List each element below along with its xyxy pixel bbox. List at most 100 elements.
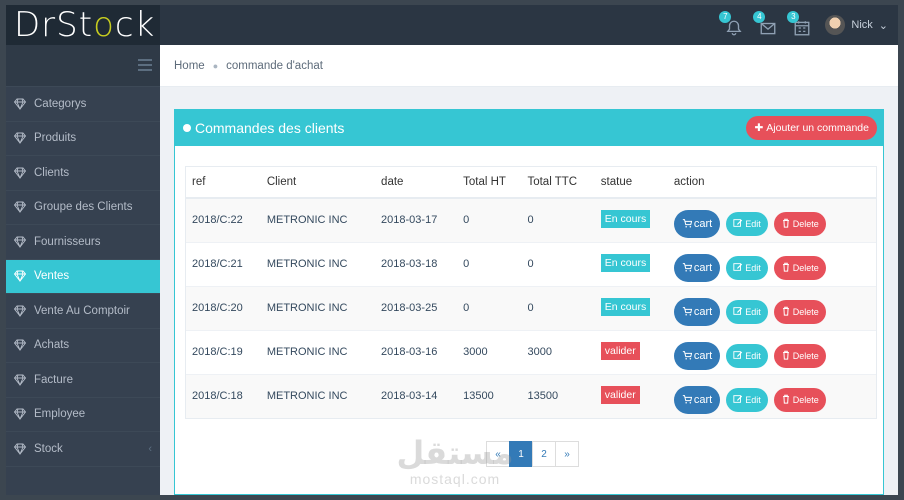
edit-icon <box>733 218 743 230</box>
sidebar-item-label: Employee <box>34 408 86 421</box>
chevron-left-icon: ‹ <box>148 442 152 455</box>
sidebar-item-groupe-des-clients[interactable]: Groupe des Clients <box>6 191 160 225</box>
edit-icon <box>733 350 743 362</box>
sidebar-item-label: Fournisseurs <box>34 235 101 248</box>
cell-date: 2018-03-14 <box>375 373 458 418</box>
breadcrumb-home[interactable]: Home <box>174 60 205 72</box>
delete-button[interactable]: Delete <box>773 300 826 324</box>
breadcrumb-current: commande d'achat <box>226 59 323 72</box>
cell-date: 2018-03-17 <box>375 197 458 242</box>
cart-icon <box>682 262 693 275</box>
table-body: 2018/C:22 METRONIC INC 2018-03-17 0 0 En cour… <box>186 197 876 418</box>
column-header: ref <box>186 167 261 199</box>
cart-button[interactable]: cart <box>673 210 721 239</box>
app-frame: DrStock 7 4 3 Nick ⌄ Categorys Produits Cl… <box>6 5 898 495</box>
edit-button[interactable]: Edit <box>726 300 768 324</box>
sidebar-item-employee[interactable]: Employee <box>6 398 160 432</box>
cell-ref: 2018/C:20 <box>186 285 261 330</box>
user-name: Nick <box>851 19 873 31</box>
cell-actions: cart Edit Delete <box>667 373 876 418</box>
status-badge: En cours <box>600 209 651 228</box>
sidebar-nav: Categorys Produits Clients Groupe des Clien… <box>6 87 160 467</box>
delete-button[interactable]: Delete <box>773 388 826 413</box>
cart-button[interactable]: cart <box>673 298 721 326</box>
delete-button[interactable]: Delete <box>773 256 826 280</box>
cell-client: METRONIC INC <box>260 197 376 242</box>
edit-icon <box>733 262 743 274</box>
main-content: Home ● commande d'achat Commandes des cl… <box>160 45 898 495</box>
orders-portlet: Commandes des clients ✚ Ajouter un comman… <box>174 109 884 495</box>
cell-date: 2018-03-25 <box>375 285 458 330</box>
sidebar-item-label: Produits <box>34 132 77 145</box>
diamond-icon <box>13 305 27 317</box>
cell-status: valider <box>594 329 668 374</box>
messages-button[interactable]: 4 <box>753 11 777 35</box>
cell-status: En cours <box>594 285 668 330</box>
comment-icon <box>183 124 191 132</box>
trash-icon <box>781 306 791 318</box>
edit-button[interactable]: Edit <box>726 388 768 413</box>
pagination-page-2[interactable]: 2 <box>532 441 556 467</box>
sidebar: Categorys Produits Clients Groupe des Clien… <box>6 45 160 495</box>
cell-total-ttc: 3000 <box>521 329 595 374</box>
header-icons: 7 4 3 Nick ⌄ <box>719 5 888 45</box>
column-header: date <box>375 167 458 199</box>
cell-date: 2018-03-16 <box>375 329 458 374</box>
cart-button[interactable]: cart <box>673 342 721 370</box>
pagination-next[interactable]: » <box>555 441 579 467</box>
cell-actions: cart Edit Delete <box>667 197 876 242</box>
sidebar-item-label: Achats <box>34 339 70 352</box>
sidebar-item-label: Stock <box>34 442 63 455</box>
cell-total-ttc: 13500 <box>521 373 595 418</box>
cell-ref: 2018/C:18 <box>186 373 261 418</box>
cell-client: METRONIC INC <box>260 241 376 286</box>
edit-button[interactable]: Edit <box>726 212 768 237</box>
diamond-icon <box>13 408 27 421</box>
cell-ref: 2018/C:22 <box>186 197 261 242</box>
orders-table: ref Client date Total HT Total TTC statue acti… <box>185 166 877 419</box>
sidebar-item-ventes[interactable]: Ventes <box>6 259 160 294</box>
sidebar-item-fournisseurs[interactable]: Fournisseurs <box>6 225 160 260</box>
cell-actions: cart Edit Delete <box>667 285 876 330</box>
diamond-icon <box>13 201 27 214</box>
cart-button[interactable]: cart <box>673 254 721 282</box>
sidebar-item-vente-au-comptoir[interactable]: Vente Au Comptoir <box>6 294 160 329</box>
edit-button[interactable]: Edit <box>726 344 768 368</box>
trash-icon <box>781 262 791 274</box>
cart-button[interactable]: cart <box>673 386 721 415</box>
sidebar-item-clients[interactable]: Clients <box>6 156 160 191</box>
status-badge: En cours <box>600 297 651 316</box>
column-header: Total HT <box>457 167 522 199</box>
diamond-icon <box>13 98 27 110</box>
cell-client: METRONIC INC <box>260 329 376 374</box>
sidebar-item-facture[interactable]: Facture <box>6 363 160 398</box>
cart-icon <box>682 350 693 363</box>
delete-button[interactable]: Delete <box>773 212 826 237</box>
app-logo[interactable]: DrStock <box>6 5 160 45</box>
top-header: DrStock 7 4 3 Nick ⌄ <box>6 5 898 45</box>
sidebar-item-stock[interactable]: Stock ‹ <box>6 432 160 467</box>
sidebar-toggle[interactable] <box>6 45 160 87</box>
user-menu[interactable]: Nick ⌄ <box>825 15 888 35</box>
edit-icon <box>733 306 743 318</box>
avatar <box>825 15 846 35</box>
cell-status: valider <box>594 373 668 418</box>
sidebar-item-label: Facture <box>34 373 73 386</box>
edit-button[interactable]: Edit <box>726 256 768 280</box>
add-order-button[interactable]: ✚ Ajouter un commande <box>746 116 877 140</box>
notifications-button[interactable]: 7 <box>719 11 743 36</box>
cart-icon <box>682 218 693 231</box>
sidebar-item-produits[interactable]: Produits <box>6 122 160 156</box>
sidebar-item-achats[interactable]: Achats <box>6 329 160 363</box>
calendar-button[interactable]: 3 <box>787 11 811 36</box>
diamond-icon <box>13 443 27 455</box>
column-header: Total TTC <box>521 167 595 199</box>
sidebar-item-categorys[interactable]: Categorys <box>6 87 160 122</box>
diamond-icon <box>13 270 27 283</box>
table-header-row: ref Client date Total HT Total TTC statue acti… <box>186 167 876 199</box>
breadcrumb-separator-icon: ● <box>212 60 219 71</box>
table-row: 2018/C:19 METRONIC INC 2018-03-16 3000 3000 v… <box>186 329 876 374</box>
cell-total-ht: 0 <box>457 241 522 286</box>
breadcrumb: Home ● commande d'achat <box>160 45 898 87</box>
delete-button[interactable]: Delete <box>773 344 826 368</box>
